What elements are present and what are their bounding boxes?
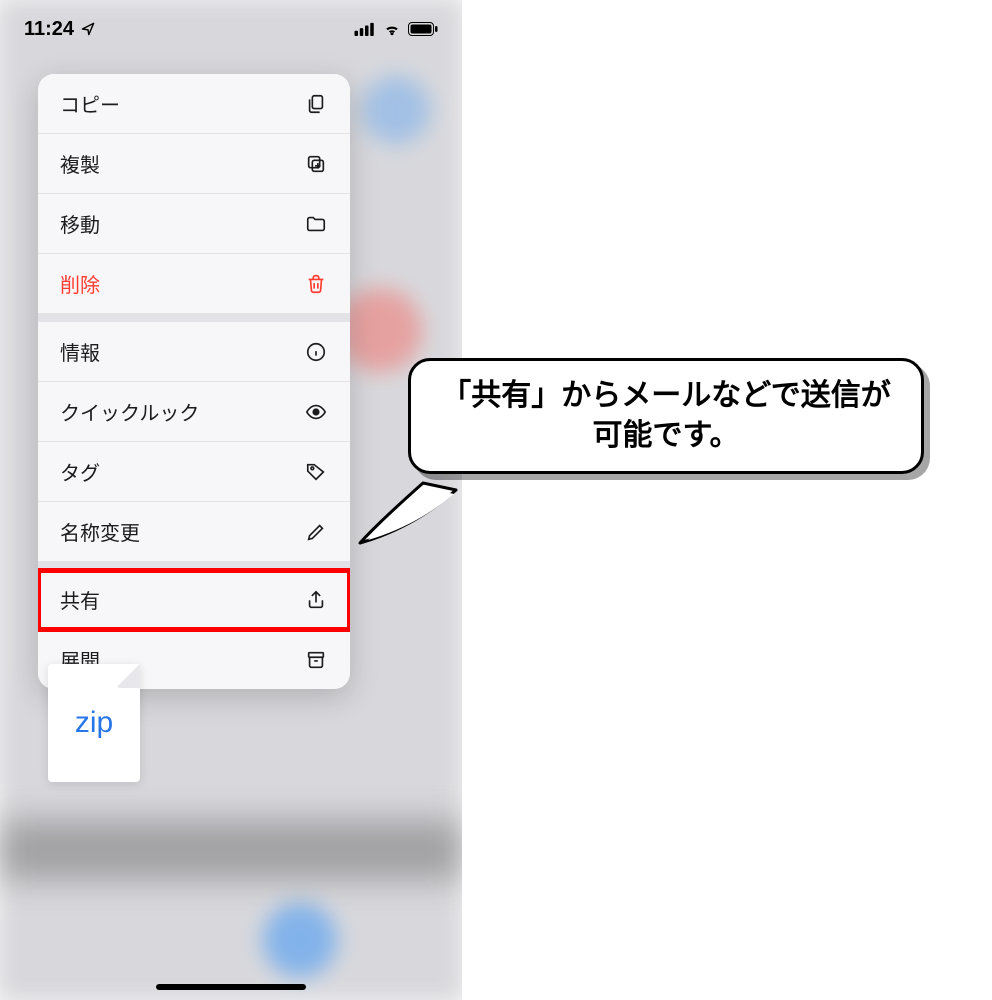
menu-item-duplicate[interactable]: 複製	[38, 134, 350, 194]
menu-item-label: 名称変更	[60, 517, 140, 546]
menu-group-divider	[38, 314, 350, 322]
menu-item-rename[interactable]: 名称変更	[38, 502, 350, 562]
menu-item-copy[interactable]: コピー	[38, 74, 350, 134]
status-bar: 11:24	[0, 0, 462, 44]
callout-text: 「共有」からメールなどで送信が可能です。	[408, 358, 924, 474]
menu-item-tag[interactable]: タグ	[38, 442, 350, 502]
menu-item-label: 削除	[60, 269, 100, 298]
menu-item-info[interactable]: 情報	[38, 322, 350, 382]
folder-icon	[304, 212, 328, 236]
menu-item-label: 複製	[60, 149, 100, 178]
menu-item-trash[interactable]: 削除	[38, 254, 350, 314]
share-icon	[304, 588, 328, 612]
home-indicator[interactable]	[156, 984, 306, 990]
info-icon	[304, 340, 328, 364]
menu-group-divider	[38, 562, 350, 570]
status-time: 11:24	[24, 18, 74, 41]
copy-icon	[304, 92, 328, 116]
wifi-icon	[382, 22, 402, 36]
menu-item-folder[interactable]: 移動	[38, 194, 350, 254]
menu-item-label: 情報	[60, 337, 100, 366]
archive-icon	[304, 648, 328, 672]
battery-icon	[408, 22, 438, 36]
blurred-background-shadow	[0, 820, 462, 880]
eye-icon	[304, 400, 328, 424]
file-extension-label: zip	[75, 706, 113, 740]
menu-item-label: タグ	[60, 457, 100, 486]
rename-icon	[304, 520, 328, 544]
tag-icon	[304, 460, 328, 484]
duplicate-icon	[304, 152, 328, 176]
annotation-callout: 「共有」からメールなどで送信が可能です。	[408, 358, 924, 508]
context-menu: コピー複製移動削除情報クイックルックタグ名称変更共有展開	[38, 74, 350, 689]
menu-item-share[interactable]: 共有	[38, 570, 350, 630]
menu-item-label: 移動	[60, 209, 100, 238]
zip-file-icon[interactable]: zip	[48, 664, 140, 782]
cellular-signal-icon	[354, 22, 376, 36]
location-icon	[80, 21, 96, 37]
trash-icon	[304, 272, 328, 296]
menu-item-label: 共有	[60, 585, 100, 614]
menu-item-label: コピー	[60, 89, 120, 118]
menu-item-eye[interactable]: クイックルック	[38, 382, 350, 442]
callout-tail	[358, 478, 468, 548]
menu-item-label: クイックルック	[60, 397, 199, 426]
